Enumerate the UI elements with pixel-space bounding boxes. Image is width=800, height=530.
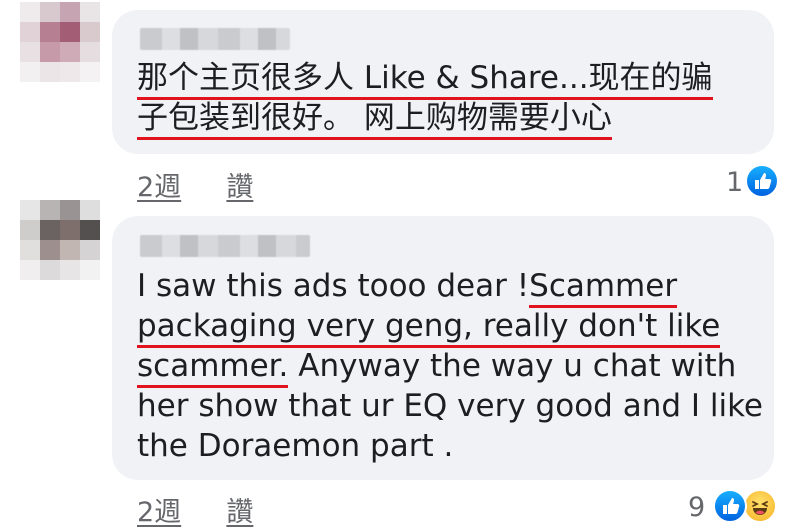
comment-text: 那个主页很多人 Like & Share...现在的骗 子包装到很好。 网上购物… [137,58,713,140]
like-action-link[interactable]: 讚 [226,172,253,203]
comment-text-line: the Doraemon part . [137,428,454,464]
like-icon[interactable] [745,164,779,198]
comment-timestamp[interactable]: 2週 [137,172,181,203]
like-action-link[interactable]: 讚 [226,497,253,528]
comment-text: I saw this ads tooo dear !Scammer packag… [137,266,763,466]
comment-text-line: her show that ur EQ very good and I like [137,388,764,424]
comment-text-segment: Anyway the way u chat with [288,348,737,384]
like-icon[interactable] [713,489,747,523]
haha-icon[interactable] [743,489,777,523]
comment-text-underlined: Scammer [529,268,678,308]
comment-meta: 2週 讚 [137,490,253,529]
reaction-count[interactable]: 9 [688,492,705,523]
commenter-avatar[interactable] [20,2,100,82]
comment-text-underlined: packaging very geng, really don't like [137,308,721,348]
commenter-name[interactable] [140,235,310,257]
commenter-avatar[interactable] [20,200,100,280]
comment-text-underlined: scammer. [137,348,289,388]
comment-text-line: 那个主页很多人 Like & Share...现在的骗 [137,60,713,100]
reaction-count[interactable]: 1 [726,167,743,198]
comment-meta: 2週 讚 [137,165,253,204]
commenter-name[interactable] [140,28,290,50]
comment-text-line: 子包装到很好。 网上购物需要小心 [137,100,612,140]
comment-text-segment: I saw this ads tooo dear ! [137,268,530,304]
comment-timestamp[interactable]: 2週 [137,497,181,528]
